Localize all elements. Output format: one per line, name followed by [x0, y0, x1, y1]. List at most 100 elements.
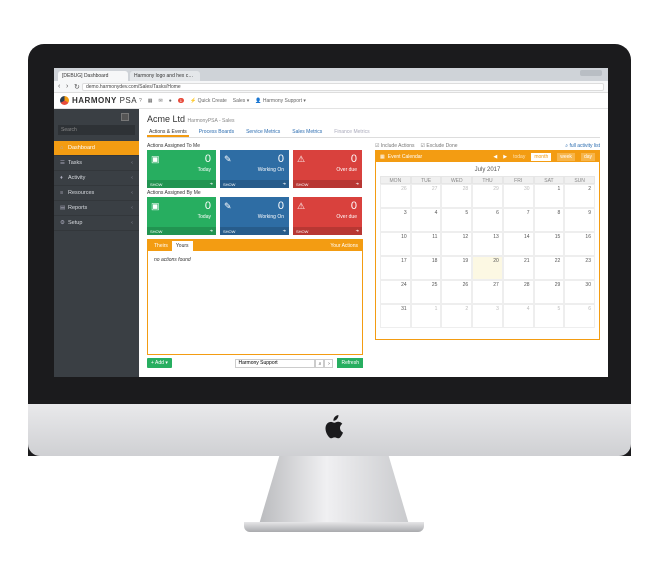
add-button[interactable]: + Add ▾ [147, 358, 172, 368]
calendar-day[interactable]: 18 [410, 256, 442, 280]
chevron-right-icon[interactable]: › [324, 358, 334, 368]
calendar-day[interactable]: 4 [410, 208, 442, 232]
tab-yours[interactable]: Yours [171, 241, 193, 251]
user-filter-input[interactable] [235, 358, 316, 368]
tab-actions-events[interactable]: Actions & Events [147, 128, 189, 137]
calendar-day[interactable]: 15 [533, 232, 565, 256]
calendar-day[interactable]: 23 [564, 256, 595, 280]
weekday-header: WED [441, 176, 473, 184]
exclude-done-checkbox[interactable]: ☑ Exclude Done [421, 143, 458, 149]
sidebar-item-resources[interactable]: ≡ Resources ‹ [54, 186, 139, 201]
brand-logo[interactable]: HARMONY PSA [54, 96, 139, 105]
calendar-day[interactable]: 31 [380, 304, 411, 328]
quick-create-button[interactable]: ⚡ Quick Create [190, 98, 227, 104]
calendar-day[interactable]: 16 [564, 232, 595, 256]
calendar-day[interactable]: 25 [410, 280, 442, 304]
calendar-day[interactable]: 1 [533, 184, 565, 208]
prev-month-icon[interactable]: ◀ [493, 154, 497, 160]
calendar-day[interactable]: 5 [441, 208, 473, 232]
day-view-button[interactable]: day [580, 152, 595, 161]
calendar-day[interactable]: 27 [472, 280, 503, 304]
refresh-button[interactable]: Refresh [337, 358, 363, 368]
sales-menu[interactable]: Sales ▾ [233, 98, 249, 104]
tile-working-on[interactable]: ✎ 0 Working On SHOW ➜ [220, 150, 289, 188]
calendar-day[interactable]: 26 [441, 280, 473, 304]
sidebar-item-reports[interactable]: ▤ Reports ‹ [54, 201, 139, 216]
bell-icon[interactable]: ● [169, 98, 172, 104]
calendar-day[interactable]: 24 [380, 280, 411, 304]
tile-footer[interactable]: SHOW ➜ [147, 180, 216, 188]
forward-icon[interactable]: › [66, 83, 74, 90]
grid-icon[interactable]: ▦ [148, 98, 153, 104]
sidebar-item-dashboard[interactable]: ⌂ Dashboard [54, 141, 139, 156]
calendar-day[interactable]: 29 [533, 280, 565, 304]
calendar-day[interactable]: 12 [441, 232, 473, 256]
calendar-day[interactable]: 29 [472, 184, 503, 208]
month-view-button[interactable]: month [531, 152, 552, 161]
calendar-day[interactable]: 13 [472, 232, 503, 256]
sidebar-item-setup[interactable]: ⚙ Setup ‹ [54, 216, 139, 231]
tile-footer[interactable]: SHOW ➜ [220, 180, 289, 188]
calendar-day[interactable]: 5 [533, 304, 565, 328]
calendar-day[interactable]: 30 [564, 280, 595, 304]
calendar-day[interactable]: 3 [380, 208, 411, 232]
calendar-day[interactable]: 11 [410, 232, 442, 256]
search-icon[interactable]: ⌕ [315, 358, 325, 368]
full-activity-list-link[interactable]: ⌕ full activity list [565, 143, 600, 149]
reload-icon[interactable]: ↻ [74, 83, 82, 91]
calendar-day[interactable]: 9 [564, 208, 595, 232]
calendar-day[interactable]: 27 [410, 184, 442, 208]
sidebar-search-input[interactable]: Search [58, 125, 135, 135]
back-icon[interactable]: ‹ [58, 83, 66, 90]
calendar-day[interactable]: 10 [380, 232, 411, 256]
calendar-day[interactable]: 28 [502, 280, 534, 304]
add-label: Add [155, 360, 164, 366]
url-input[interactable]: demo.harmonydev.com/Sales/Tasks/Home [82, 82, 604, 91]
user-menu[interactable]: 👤 Harmony Support ▾ [255, 98, 306, 104]
help-icon[interactable]: ? [139, 98, 142, 104]
tile-footer[interactable]: SHOW ➜ [293, 180, 362, 188]
calendar-day[interactable]: 21 [502, 256, 534, 280]
browser-tab[interactable]: Harmony logo and hex c… [130, 71, 200, 81]
tile-working-on[interactable]: ✎ 0 Working On SHOW ➜ [220, 197, 289, 235]
calendar-day[interactable]: 3 [472, 304, 503, 328]
tab-service-metrics[interactable]: Service Metrics [244, 128, 282, 137]
tile-overdue[interactable]: ⚠ 0 Over due SHOW ➜ [293, 197, 362, 235]
week-view-button[interactable]: week [557, 152, 575, 161]
tile-footer[interactable]: SHOW ➜ [147, 227, 216, 235]
tile-footer[interactable]: SHOW ➜ [293, 227, 362, 235]
calendar-day[interactable]: 4 [502, 304, 534, 328]
browser-tab[interactable]: [DEBUG] Dashboard [58, 71, 128, 81]
calendar-day[interactable]: 30 [502, 184, 534, 208]
calendar-day[interactable]: 2 [564, 184, 595, 208]
calendar-day[interactable]: 26 [380, 184, 411, 208]
calendar-day[interactable]: 22 [533, 256, 565, 280]
calendar-day[interactable]: 14 [502, 232, 534, 256]
tile-today[interactable]: ▣ 0 Today SHOW ➜ [147, 150, 216, 188]
tab-sales-metrics[interactable]: Sales Metrics [290, 128, 324, 137]
today-button[interactable]: today [513, 154, 525, 160]
tile-overdue[interactable]: ⚠ 0 Over due SHOW ➜ [293, 150, 362, 188]
calendar-day[interactable]: 2 [441, 304, 473, 328]
next-month-icon[interactable]: ▶ [503, 154, 507, 160]
window-controls[interactable] [580, 70, 602, 76]
calendar-day[interactable]: 7 [502, 208, 534, 232]
calendar-day[interactable]: 6 [472, 208, 503, 232]
calendar-day[interactable]: 1 [410, 304, 442, 328]
tile-today[interactable]: ▣ 0 Today SHOW ➜ [147, 197, 216, 235]
sidebar-toggle-button[interactable] [121, 113, 129, 121]
tab-finance-metrics[interactable]: Finance Metrics [332, 128, 371, 137]
calendar-day[interactable]: 8 [533, 208, 565, 232]
sidebar-item-tasks[interactable]: ☰ Tasks ‹ [54, 156, 139, 171]
tab-theirs[interactable]: Theirs [150, 241, 172, 251]
calendar-day[interactable]: 6 [564, 304, 595, 328]
chat-icon[interactable]: ✉ [159, 98, 163, 104]
calendar-day[interactable]: 17 [380, 256, 411, 280]
tile-footer[interactable]: SHOW ➜ [220, 227, 289, 235]
calendar-day[interactable]: 20 [472, 256, 503, 280]
sidebar-item-activity[interactable]: ♦ Activity ‹ [54, 171, 139, 186]
include-actions-checkbox[interactable]: ☑ Include Actions [375, 143, 415, 149]
tab-process-boards[interactable]: Process Boards [197, 128, 236, 137]
calendar-day[interactable]: 19 [441, 256, 473, 280]
calendar-day[interactable]: 28 [441, 184, 473, 208]
